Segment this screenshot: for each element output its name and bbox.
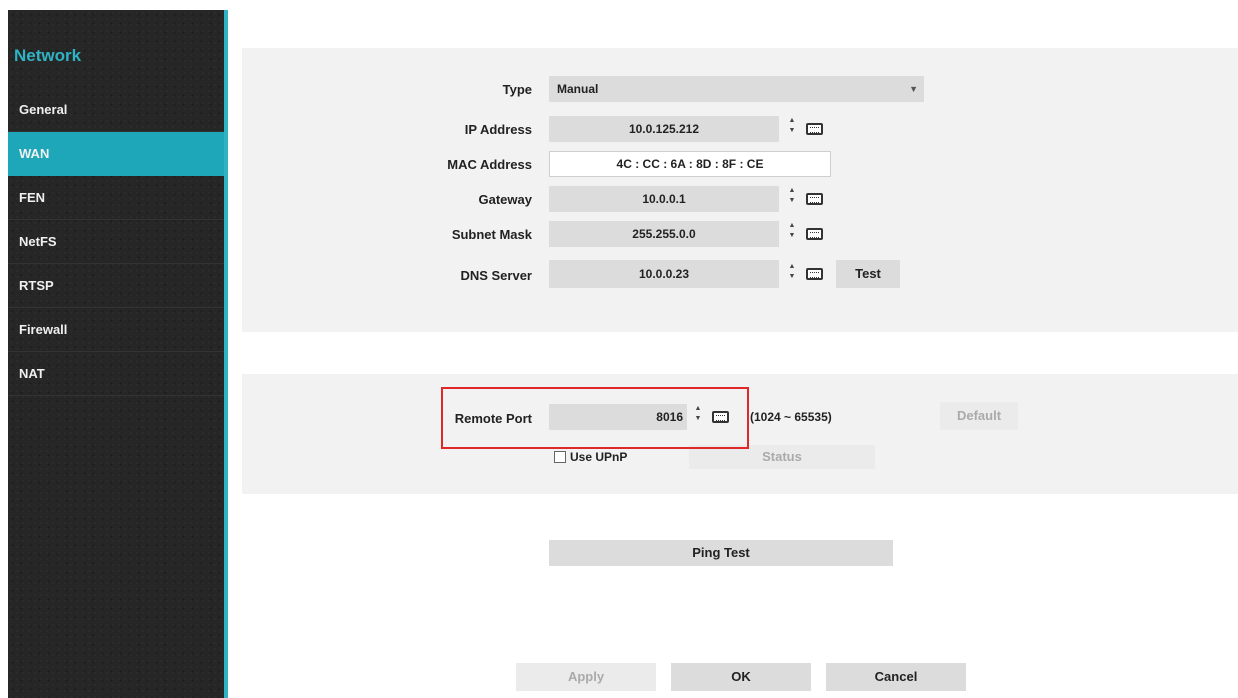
dns-server-label: DNS Server [460, 268, 532, 283]
subnet-mask-label: Subnet Mask [451, 227, 532, 242]
remote-port-highlight [441, 387, 749, 449]
spin-down-icon[interactable]: ▼ [786, 272, 798, 282]
type-label: Type [502, 82, 532, 97]
sidebar: Network General WAN FEN NetFS RTSP Firew… [8, 10, 228, 698]
spin-up-icon[interactable]: ▲ [786, 221, 798, 231]
ip-address-field[interactable]: 10.0.125.212 [549, 116, 779, 142]
keyboard-icon[interactable] [806, 228, 823, 240]
keyboard-icon[interactable] [806, 123, 823, 135]
spin-up-icon[interactable]: ▲ [786, 116, 798, 126]
keyboard-icon[interactable] [806, 193, 823, 205]
spin-down-icon[interactable]: ▼ [786, 196, 798, 206]
sidebar-title: Network [14, 46, 82, 65]
sidebar-item-nat[interactable]: NAT [8, 352, 224, 396]
chevron-down-icon: ▼ [909, 84, 918, 94]
default-button[interactable]: Default [940, 402, 1018, 430]
subnet-mask-field[interactable]: 255.255.0.0 [549, 221, 779, 247]
type-value: Manual [557, 82, 599, 96]
sidebar-item-wan[interactable]: WAN [8, 132, 224, 176]
spin-down-icon[interactable]: ▼ [786, 231, 798, 241]
dns-server-spinner[interactable]: ▲ ▼ [786, 262, 798, 288]
sidebar-item-netfs[interactable]: NetFS [8, 220, 224, 264]
apply-button[interactable]: Apply [516, 663, 656, 691]
sidebar-item-firewall[interactable]: Firewall [8, 308, 224, 352]
ip-address-label: IP Address [464, 122, 532, 137]
sidebar-item-fen[interactable]: FEN [8, 176, 224, 220]
mac-address-label: MAC Address [447, 157, 532, 172]
ping-test-button[interactable]: Ping Test [549, 540, 893, 566]
spin-up-icon[interactable]: ▲ [786, 186, 798, 196]
mac-address-field: 4C : CC : 6A : 8D : 8F : CE [549, 151, 831, 177]
gateway-label: Gateway [478, 192, 532, 207]
gateway-field[interactable]: 10.0.0.1 [549, 186, 779, 212]
remote-port-range: (1024 ~ 65535) [750, 410, 832, 424]
keyboard-icon[interactable] [806, 268, 823, 280]
spin-up-icon[interactable]: ▲ [786, 262, 798, 272]
dns-test-button[interactable]: Test [836, 260, 900, 288]
use-upnp-label: Use UPnP [570, 450, 628, 464]
subnet-mask-spinner[interactable]: ▲ ▼ [786, 221, 798, 247]
ok-button[interactable]: OK [671, 663, 811, 691]
use-upnp-checkbox[interactable] [554, 451, 566, 463]
sidebar-item-general[interactable]: General [8, 88, 224, 132]
ip-address-spinner[interactable]: ▲ ▼ [786, 116, 798, 142]
sidebar-item-rtsp[interactable]: RTSP [8, 264, 224, 308]
dns-server-field[interactable]: 10.0.0.23 [549, 260, 779, 288]
spin-down-icon[interactable]: ▼ [786, 126, 798, 136]
type-select[interactable]: Manual ▼ [549, 76, 924, 102]
cancel-button[interactable]: Cancel [826, 663, 966, 691]
gateway-spinner[interactable]: ▲ ▼ [786, 186, 798, 212]
sidebar-menu: General WAN FEN NetFS RTSP Firewall NAT [8, 88, 224, 396]
